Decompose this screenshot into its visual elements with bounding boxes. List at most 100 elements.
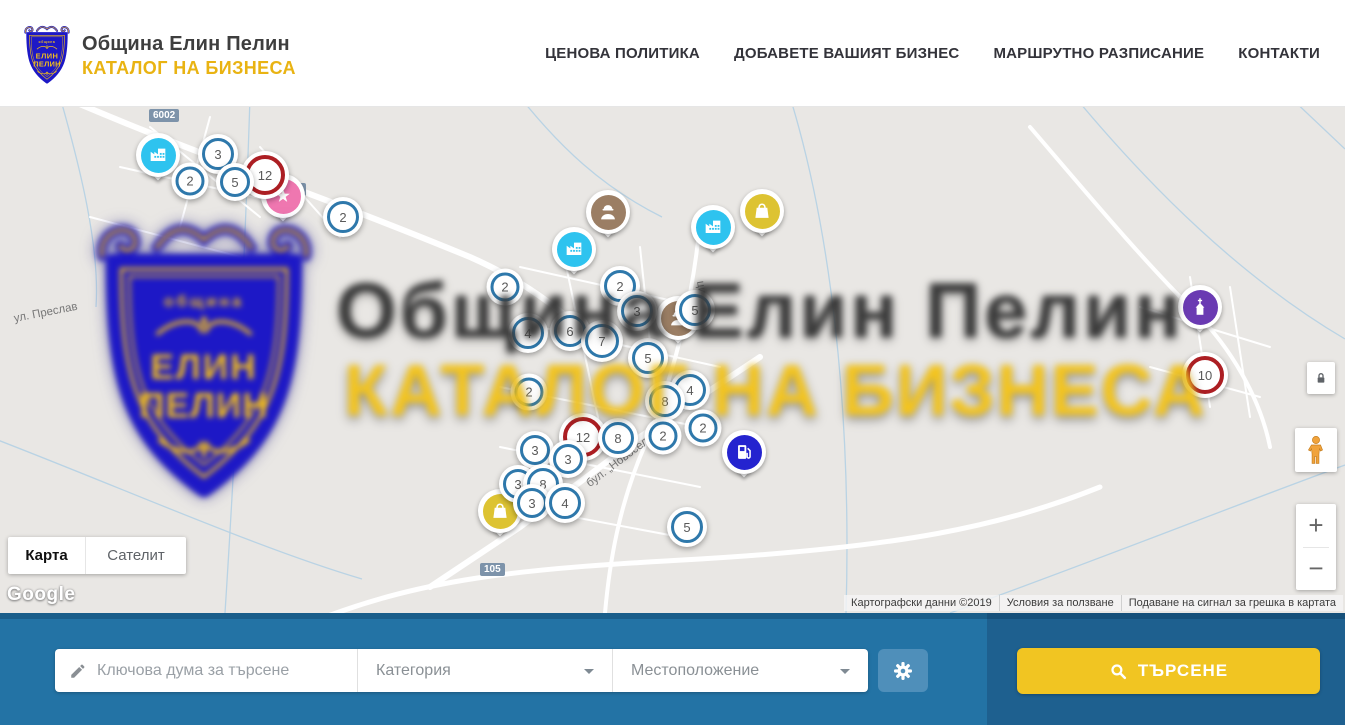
site-subtitle: КАТАЛОГ НА БИЗНЕСА bbox=[82, 58, 296, 79]
map-cluster[interactable]: 5 bbox=[667, 507, 707, 547]
map-cluster[interactable]: 8 bbox=[598, 418, 638, 458]
map-cluster[interactable]: 2 bbox=[511, 374, 548, 411]
cluster-count: 7 bbox=[598, 334, 605, 349]
cluster-count: 2 bbox=[339, 210, 346, 225]
map-pin-bag[interactable] bbox=[740, 189, 784, 233]
search-submit-button[interactable]: ТЪРСЕНЕ bbox=[1017, 648, 1320, 694]
map-type-satellite-button[interactable]: Сателит bbox=[86, 537, 186, 574]
map-cluster[interactable]: 4 bbox=[545, 483, 585, 523]
map-cluster[interactable]: 3 bbox=[617, 291, 657, 331]
attribution-copyright: Картографски данни ©2019 bbox=[844, 595, 999, 611]
map-pin-factory[interactable] bbox=[552, 227, 596, 271]
cluster-count: 4 bbox=[561, 496, 568, 511]
search-icon bbox=[1109, 662, 1128, 681]
map-cluster[interactable]: 2 bbox=[172, 163, 209, 200]
zoom-control: + − bbox=[1296, 504, 1336, 590]
search-bar: Категория Местоположение bbox=[0, 613, 1345, 725]
cluster-count: 10 bbox=[1198, 368, 1212, 383]
search-button-label: ТЪРСЕНЕ bbox=[1138, 661, 1228, 681]
road-badge: 105 bbox=[480, 563, 505, 576]
map-type-control: Карта Сателит bbox=[8, 537, 186, 574]
keyword-search-input[interactable] bbox=[97, 662, 337, 680]
bag-icon bbox=[745, 194, 780, 229]
brand-text: Община Елин Пелин КАТАЛОГ НА БИЗНЕСА bbox=[82, 33, 296, 79]
header: община ЕЛИН ПЕЛИН Община Елин Пелин КАТА… bbox=[0, 0, 1345, 107]
map-cluster[interactable]: 7 bbox=[581, 320, 623, 362]
cluster-count: 2 bbox=[659, 429, 666, 444]
attribution-report-link[interactable]: Подаване на сигнал за грешка в картата bbox=[1121, 595, 1343, 611]
cluster-count: 5 bbox=[231, 175, 238, 190]
map[interactable]: ул. Преславбул. „Новоселции 6002105 3251… bbox=[0, 107, 1345, 613]
category-select[interactable]: Категория bbox=[357, 649, 612, 692]
map-pin-fuel[interactable] bbox=[722, 430, 766, 474]
municipality-crest-icon: община ЕЛИН ПЕЛИН bbox=[22, 24, 72, 88]
road-badge: 6002 bbox=[149, 109, 179, 122]
cluster-count: 6 bbox=[566, 324, 573, 339]
location-select[interactable]: Местоположение bbox=[612, 649, 868, 692]
crest-top-text: община bbox=[39, 40, 56, 44]
cluster-count: 3 bbox=[531, 443, 538, 458]
map-cluster[interactable]: 2 bbox=[323, 197, 363, 237]
crest-line1-text: ЕЛИН bbox=[36, 52, 59, 61]
factory-icon bbox=[141, 138, 176, 173]
map-type-map-button[interactable]: Карта bbox=[8, 537, 86, 574]
search-fields-group: Категория Местоположение bbox=[55, 649, 868, 692]
cluster-count: 2 bbox=[525, 385, 532, 400]
google-logo[interactable]: Google bbox=[7, 584, 75, 606]
map-cluster[interactable]: 2 bbox=[487, 269, 524, 306]
map-attribution: Картографски данни ©2019 Условия за полз… bbox=[844, 595, 1343, 611]
location-select-value: Местоположение bbox=[631, 662, 759, 680]
map-cluster[interactable]: 3 bbox=[516, 431, 554, 469]
map-cluster[interactable]: 5 bbox=[675, 290, 715, 330]
cluster-count: 2 bbox=[501, 280, 508, 295]
map-pin-factory[interactable] bbox=[691, 205, 735, 249]
attribution-terms-link[interactable]: Условия за ползване bbox=[999, 595, 1121, 611]
page: община ЕЛИН ПЕЛИН Община Елин Пелин КАТА… bbox=[0, 0, 1345, 725]
lock-icon bbox=[1313, 370, 1329, 386]
category-select-value: Категория bbox=[376, 662, 451, 680]
cluster-count: 3 bbox=[564, 452, 571, 467]
brand-logo[interactable]: община ЕЛИН ПЕЛИН Община Елин Пелин КАТА… bbox=[22, 24, 296, 88]
map-cluster[interactable]: 5 bbox=[628, 338, 668, 378]
keyword-field bbox=[55, 649, 357, 692]
map-cluster[interactable]: 8 bbox=[645, 381, 685, 421]
cluster-count: 3 bbox=[528, 496, 535, 511]
map-pin-church[interactable] bbox=[1178, 285, 1222, 329]
nav-item[interactable]: МАРШРУТНО РАЗПИСАНИЕ bbox=[993, 45, 1204, 62]
cluster-count: 3 bbox=[214, 147, 221, 162]
caret-down-icon bbox=[840, 669, 850, 674]
map-cluster[interactable]: 5 bbox=[216, 163, 254, 201]
gear-icon bbox=[891, 659, 915, 683]
factory-icon bbox=[557, 232, 592, 267]
zoom-out-button[interactable]: − bbox=[1296, 548, 1336, 591]
cluster-count: 5 bbox=[644, 351, 651, 366]
cluster-count: 4 bbox=[524, 326, 531, 341]
pegman-button[interactable] bbox=[1295, 428, 1337, 472]
main-nav: ЦЕНОВА ПОЛИТИКА ДОБАВЕТЕ ВАШИЯТ БИЗНЕС МАР… bbox=[545, 0, 1320, 107]
lock-button[interactable] bbox=[1307, 362, 1335, 394]
map-cluster[interactable]: 2 bbox=[645, 418, 682, 455]
pin-circle bbox=[740, 189, 784, 233]
nav-item[interactable]: ДОБАВЕТЕ ВАШИЯТ БИЗНЕС bbox=[734, 45, 959, 62]
factory-icon bbox=[696, 210, 731, 245]
pin-circle bbox=[552, 227, 596, 271]
advanced-settings-button[interactable] bbox=[878, 649, 928, 692]
cluster-count: 12 bbox=[258, 168, 272, 183]
nav-item[interactable]: ЦЕНОВА ПОЛИТИКА bbox=[545, 45, 700, 62]
cluster-count: 2 bbox=[616, 279, 623, 294]
cluster-count: 5 bbox=[683, 520, 690, 535]
map-cluster[interactable]: 4 bbox=[508, 313, 548, 353]
nav-item[interactable]: КОНТАКТИ bbox=[1238, 45, 1320, 62]
map-cluster[interactable]: 10 bbox=[1182, 352, 1228, 398]
cluster-count: 5 bbox=[691, 303, 698, 318]
cluster-count: 4 bbox=[686, 383, 693, 398]
worker-icon bbox=[591, 195, 626, 230]
cluster-count: 8 bbox=[661, 394, 668, 409]
zoom-in-button[interactable]: + bbox=[1296, 504, 1336, 547]
cluster-count: 8 bbox=[614, 431, 621, 446]
map-cluster[interactable]: 2 bbox=[685, 410, 722, 447]
search-bar-top-edge bbox=[0, 613, 1345, 619]
pin-circle bbox=[722, 430, 766, 474]
pegman-icon bbox=[1304, 435, 1328, 465]
pin-circle bbox=[1178, 285, 1222, 329]
